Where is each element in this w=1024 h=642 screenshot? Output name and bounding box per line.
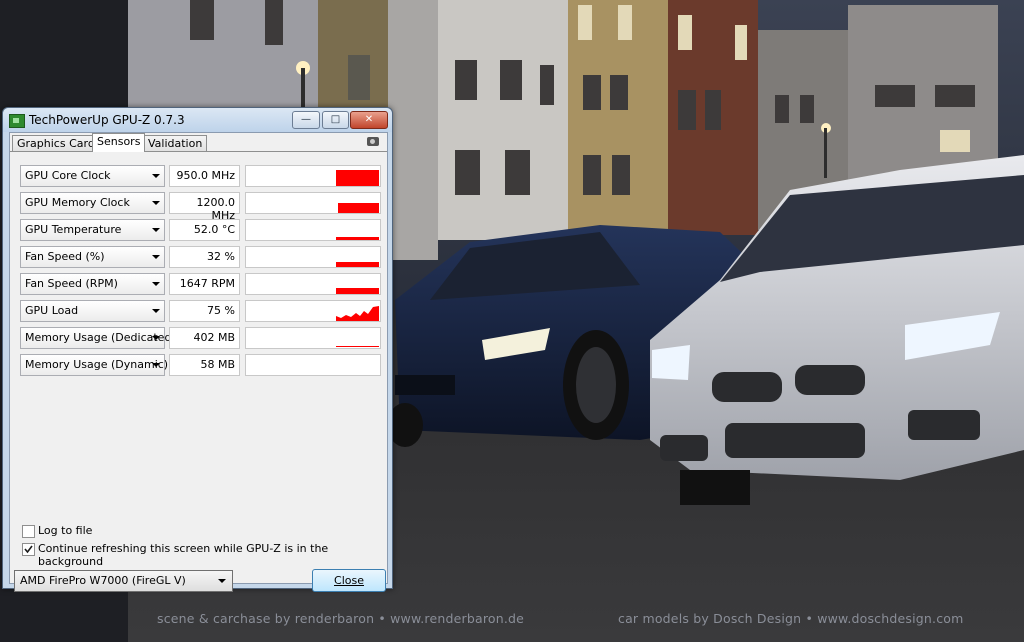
sensor-select-gpu-temperature[interactable]: GPU Temperature <box>20 219 165 241</box>
gpuz-window: TechPowerUp GPU-Z 0.7.3 — □ ✕ Graphics C… <box>2 107 393 592</box>
sensor-graph <box>245 192 381 214</box>
chevron-down-icon <box>152 282 160 286</box>
sensor-select-gpu-load[interactable]: GPU Load <box>20 300 165 322</box>
sensor-select-memory-usage-dynamic[interactable]: Memory Usage (Dynamic) <box>20 354 169 376</box>
sensor-row-fan-speed-rpm: Fan Speed (RPM) 1647 RPM <box>20 273 381 295</box>
sensor-value-box: 402 MB <box>169 327 240 349</box>
sensor-graph <box>245 246 381 268</box>
sensor-select-gpu-memory-clock[interactable]: GPU Memory Clock <box>20 192 165 214</box>
sensor-graph-line <box>338 203 379 213</box>
gpuz-app-icon <box>9 114 25 128</box>
sensor-row-gpu-core-clock: GPU Core Clock 950.0 MHz <box>20 165 381 187</box>
sensor-graph-line <box>336 170 379 186</box>
continue-refresh-checkbox[interactable] <box>22 543 35 556</box>
chevron-down-icon <box>152 309 160 313</box>
sensor-value-box: 1647 RPM <box>169 273 240 295</box>
minimize-button[interactable]: — <box>292 111 320 129</box>
sensor-row-memory-usage-dedicated: Memory Usage (Dedicated) 402 MB <box>20 327 381 349</box>
sensor-select-gpu-core-clock[interactable]: GPU Core Clock <box>20 165 165 187</box>
sensor-select-fan-speed-percent[interactable]: Fan Speed (%) <box>20 246 165 268</box>
credit-right: car models by Dosch Design • www.doschde… <box>618 611 964 626</box>
tab-graphics-card[interactable]: Graphics Card <box>12 135 100 152</box>
sensor-graph <box>245 327 381 349</box>
sensor-value: 1647 RPM <box>179 277 235 290</box>
tab-sensors[interactable]: Sensors <box>92 133 146 152</box>
sensor-row-memory-usage-dynamic: Memory Usage (Dynamic) 58 MB <box>20 354 381 376</box>
chevron-down-icon <box>152 228 160 232</box>
sensor-graph-line <box>336 306 379 321</box>
sensor-graph-line <box>336 288 379 294</box>
chevron-down-icon <box>218 579 226 583</box>
gpu-select-dropdown[interactable]: AMD FirePro W7000 (FireGL V) <box>14 570 233 592</box>
window-client-area: Graphics Card Sensors Validation GPU Cor… <box>9 132 388 592</box>
sensor-name: GPU Core Clock <box>25 169 111 182</box>
checkmark-icon <box>24 545 33 554</box>
chevron-down-icon <box>152 363 160 367</box>
sensor-row-gpu-memory-clock: GPU Memory Clock 1200.0 MHz <box>20 192 381 222</box>
sensor-name: GPU Load <box>25 304 79 317</box>
sensor-name: Fan Speed (%) <box>25 250 105 263</box>
sensor-row-fan-speed-percent: Fan Speed (%) 32 % <box>20 246 381 268</box>
maximize-button[interactable]: □ <box>322 111 349 129</box>
title-bar[interactable]: TechPowerUp GPU-Z 0.7.3 — □ ✕ <box>3 108 392 132</box>
sensor-row-gpu-load: GPU Load 75 % <box>20 300 381 322</box>
sensor-value-box: 58 MB <box>169 354 240 376</box>
chevron-down-icon <box>152 174 160 178</box>
tab-validation[interactable]: Validation <box>143 135 208 152</box>
sensor-value: 402 MB <box>193 331 235 344</box>
sensor-value-box: 1200.0 MHz <box>169 192 240 222</box>
chevron-down-icon <box>152 255 160 259</box>
close-window-button[interactable]: ✕ <box>350 111 388 129</box>
tab-divider <box>10 151 387 152</box>
sensor-name: Fan Speed (RPM) <box>25 277 118 290</box>
close-button[interactable]: Close <box>312 569 386 592</box>
sensor-value-box: 950.0 MHz <box>169 165 240 187</box>
sensor-name: GPU Temperature <box>25 223 122 236</box>
sensor-value: 75 % <box>207 304 235 317</box>
sensor-graph <box>245 300 381 322</box>
sensor-value: 58 MB <box>200 358 235 371</box>
log-to-file-checkbox[interactable] <box>22 525 35 538</box>
sensor-select-memory-usage-dedicated[interactable]: Memory Usage (Dedicated) <box>20 327 176 349</box>
sensor-row-gpu-temperature: GPU Temperature 52.0 °C <box>20 219 381 241</box>
sensor-value: 52.0 °C <box>193 223 235 236</box>
sensor-name: Memory Usage (Dynamic) <box>25 358 169 371</box>
log-to-file-label: Log to file <box>38 524 93 537</box>
sensor-name: GPU Memory Clock <box>25 196 130 209</box>
sensor-graph <box>245 354 381 376</box>
sensor-graph <box>245 219 381 241</box>
gpu-select-value: AMD FirePro W7000 (FireGL V) <box>20 574 186 587</box>
window-title: TechPowerUp GPU-Z 0.7.3 <box>29 113 185 127</box>
credit-left: scene & carchase by renderbaron • www.re… <box>157 611 525 626</box>
chevron-down-icon <box>152 336 160 340</box>
sensor-graph <box>245 165 381 187</box>
sensor-value: 32 % <box>207 250 235 263</box>
sensor-graph <box>245 273 381 295</box>
camera-icon[interactable] <box>367 137 379 146</box>
sensor-value-box: 75 % <box>169 300 240 322</box>
sensor-graph-line <box>336 346 379 347</box>
sensor-graph-line <box>336 237 379 240</box>
sensor-select-fan-speed-rpm[interactable]: Fan Speed (RPM) <box>20 273 165 295</box>
sensor-value: 950.0 MHz <box>176 169 235 182</box>
sensor-value-box: 52.0 °C <box>169 219 240 241</box>
sensor-value-box: 32 % <box>169 246 240 268</box>
chevron-down-icon <box>152 201 160 205</box>
continue-refresh-label: Continue refreshing this screen while GP… <box>38 542 329 568</box>
sensor-graph-line <box>336 262 379 267</box>
